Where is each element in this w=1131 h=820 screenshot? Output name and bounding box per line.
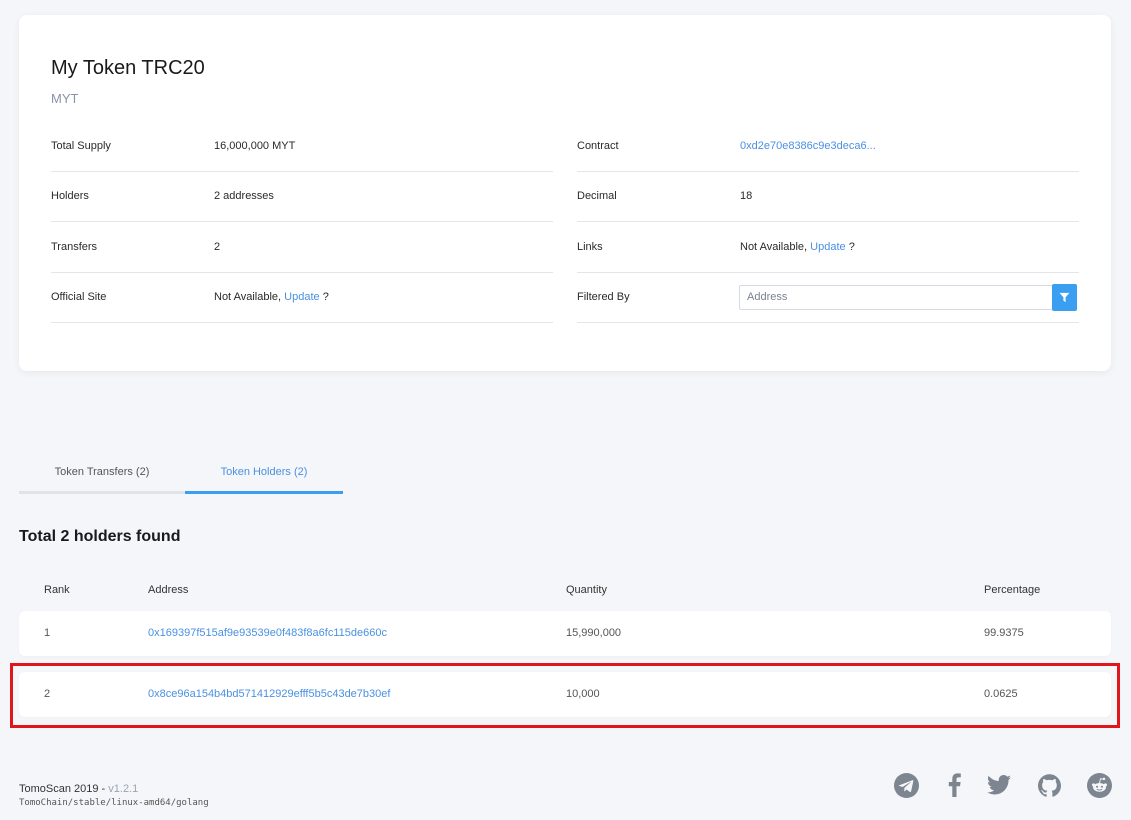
holder-percentage: 99.9375: [984, 627, 1024, 639]
github-icon[interactable]: [1036, 771, 1062, 799]
twitter-icon[interactable]: [986, 771, 1012, 799]
holder-rank: 2: [44, 688, 51, 700]
info-row-decimal: Decimal 18: [577, 172, 1079, 222]
footer-brand-text: TomoScan 2019 -: [19, 783, 106, 795]
info-label: Contract: [577, 139, 619, 152]
token-info-left: Total Supply 16,000,000 MYT Holders 2 ad…: [51, 121, 553, 323]
official-site-update-link[interactable]: Update: [284, 291, 319, 303]
address-filter: [739, 283, 1077, 311]
holder-rank: 1: [44, 627, 51, 639]
facebook-icon-graphic: [948, 773, 961, 797]
official-site-help: ?: [322, 291, 329, 304]
column-header-rank: Rank: [44, 584, 70, 596]
footer-build: TomoChain/stable/linux-amd64/golang: [19, 798, 209, 808]
info-value: 2: [214, 240, 221, 253]
info-row-links: Links Not Available, Update ?: [577, 222, 1079, 273]
links-help: ?: [848, 240, 855, 253]
info-row-transfers: Transfers 2: [51, 222, 553, 273]
holder-percentage: 0.0625: [984, 688, 1018, 700]
info-value: 18: [740, 190, 753, 203]
table-row: 1 0x169397f515af9e93539e0f483f8a6fc115de…: [19, 611, 1111, 656]
filter-container: [739, 283, 1079, 311]
column-header-address: Address: [148, 584, 189, 596]
holder-address-link[interactable]: 0x169397f515af9e93539e0f483f8a6fc115de66…: [148, 627, 387, 639]
info-row-filtered-by: Filtered By: [577, 273, 1079, 323]
links-value: Not Available,: [740, 240, 808, 253]
facebook-icon[interactable]: [944, 771, 964, 799]
token-name: My Token TRC20: [51, 57, 205, 79]
column-header-quantity: Quantity: [566, 584, 607, 596]
holder-quantity: 10,000: [566, 688, 600, 700]
tab-bar: Token Transfers (2) Token Holders (2): [19, 452, 1111, 494]
info-label: Official Site: [51, 291, 107, 304]
reddit-icon[interactable]: [1086, 771, 1112, 799]
token-symbol: MYT: [51, 91, 79, 106]
info-row-total-supply: Total Supply 16,000,000 MYT: [51, 121, 553, 172]
token-summary-card: My Token TRC20 MYT Total Supply 16,000,0…: [19, 15, 1111, 371]
filter-button[interactable]: [1052, 283, 1077, 311]
info-value: Not Available, Update ?: [214, 291, 553, 303]
tab-token-transfers[interactable]: Token Transfers (2): [19, 452, 185, 494]
info-row-holders: Holders 2 addresses: [51, 172, 553, 222]
address-filter-input[interactable]: [739, 284, 1052, 310]
holder-address-link[interactable]: 0x8ce96a154b4bd571412929efff5b5c43de7b30…: [148, 688, 390, 700]
info-label: Filtered By: [577, 291, 630, 304]
info-value: 16,000,000 MYT: [214, 139, 296, 152]
info-value: Not Available, Update ?: [740, 241, 1079, 253]
info-label: Holders: [51, 190, 89, 203]
official-site-value: Not Available,: [214, 291, 282, 304]
column-header-percentage: Percentage: [984, 584, 1041, 596]
telegram-icon-graphic: [893, 772, 919, 798]
info-value: 2 addresses: [214, 190, 274, 203]
holders-count-title: Total 2 holders found: [19, 528, 181, 545]
links-update-link[interactable]: Update: [810, 241, 845, 253]
footer-info: TomoScan 2019 - v1.2.1 TomoChain/stable/…: [19, 783, 209, 808]
info-row-contract: Contract 0xd2e70e8386c9e3deca6...: [577, 121, 1079, 172]
holder-quantity: 15,990,000: [566, 627, 622, 639]
info-row-official-site: Official Site Not Available, Update ?: [51, 273, 553, 323]
table-row: 2 0x8ce96a154b4bd571412929efff5b5c43de7b…: [19, 672, 1111, 717]
holders-table-header: Rank Address Quantity Percentage: [19, 582, 1111, 598]
token-info-right: Contract 0xd2e70e8386c9e3deca6... Decima…: [577, 121, 1079, 323]
contract-address-link[interactable]: 0xd2e70e8386c9e3deca6...: [740, 140, 1079, 152]
info-label: Total Supply: [51, 139, 111, 152]
reddit-icon-graphic: [1086, 772, 1112, 798]
tab-token-holders[interactable]: Token Holders (2): [185, 452, 343, 494]
info-label: Transfers: [51, 240, 98, 253]
info-label: Links: [577, 240, 603, 253]
footer-version: v1.2.1: [108, 783, 139, 795]
github-icon-graphic: [1037, 773, 1061, 797]
footer-brand: TomoScan 2019 - v1.2.1: [19, 783, 209, 795]
twitter-icon-graphic: [987, 775, 1011, 795]
telegram-icon[interactable]: [893, 771, 919, 799]
filter-icon: [1059, 292, 1070, 302]
info-label: Decimal: [577, 190, 617, 203]
